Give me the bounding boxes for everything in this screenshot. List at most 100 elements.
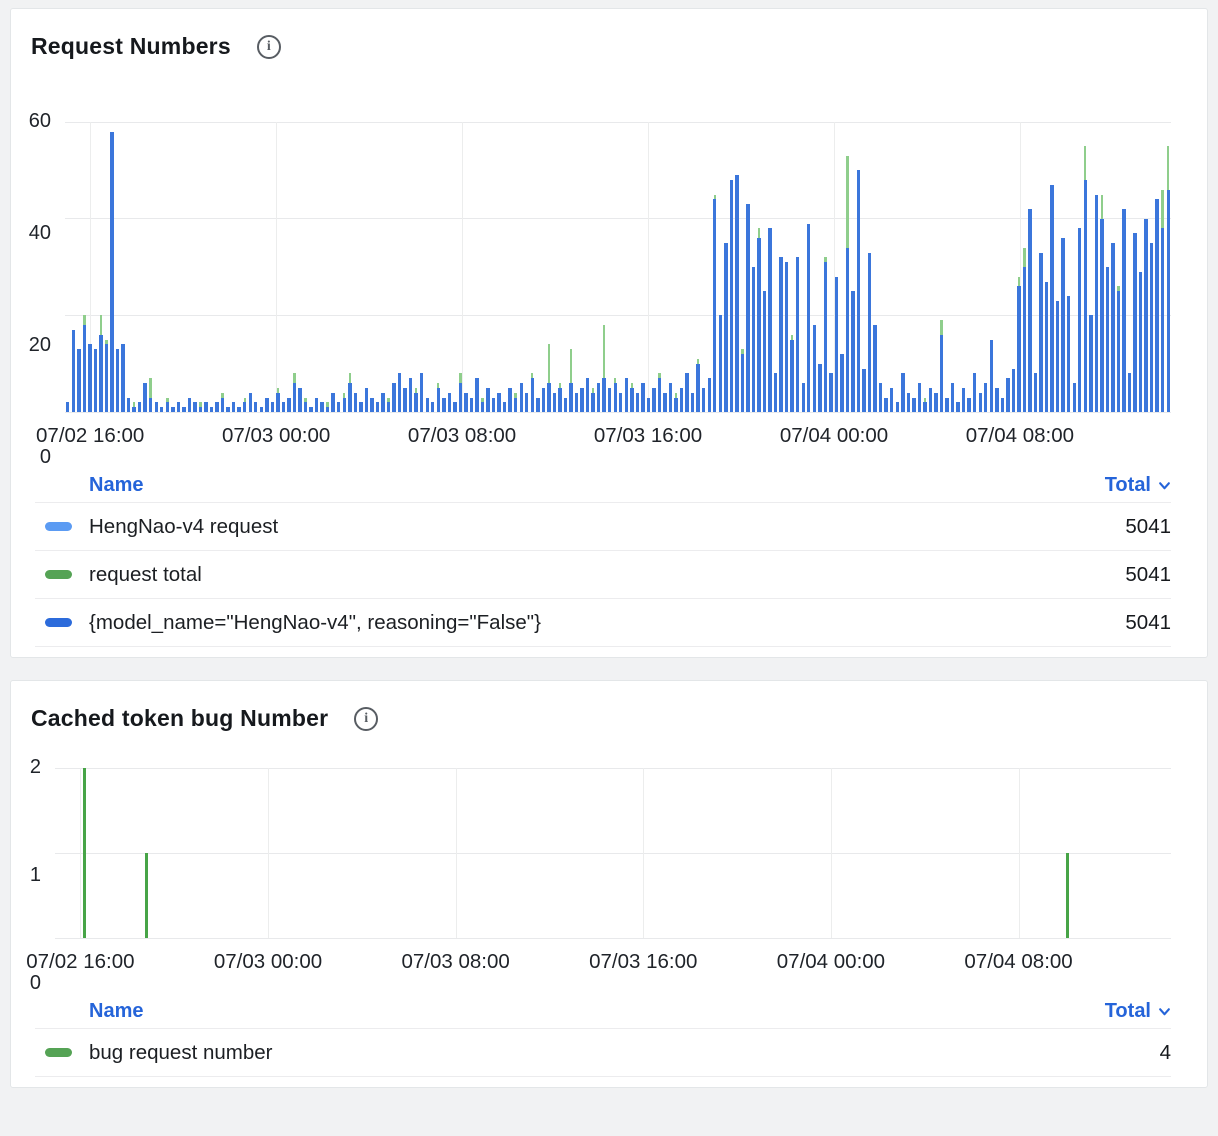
bar	[614, 383, 617, 412]
bar	[116, 349, 119, 412]
series-name[interactable]: {model_name="HengNao-v4", reasoning="Fal…	[89, 611, 1125, 635]
bar	[796, 257, 799, 412]
y-axis: 0204060	[11, 122, 65, 458]
bar	[708, 378, 711, 412]
legend-row[interactable]: request total5041	[35, 550, 1171, 598]
bar	[1061, 238, 1064, 412]
bar	[558, 388, 561, 412]
bar	[785, 262, 788, 412]
legend-sort-total[interactable]: Total	[1105, 1000, 1171, 1023]
bar	[459, 383, 462, 412]
bar	[719, 315, 722, 412]
bar	[857, 170, 860, 412]
plot-area[interactable]	[55, 768, 1171, 938]
chevron-down-icon	[1158, 479, 1171, 492]
panel-header: Request Numbers i	[11, 27, 1207, 60]
bar	[542, 388, 545, 412]
bar	[387, 402, 390, 412]
bar	[829, 373, 832, 412]
legend-sort-total[interactable]: Total	[1105, 474, 1171, 497]
bar	[1017, 286, 1020, 412]
bar	[956, 402, 959, 412]
bar	[1039, 253, 1042, 413]
gridline	[55, 768, 1171, 769]
bar	[1100, 219, 1103, 412]
bar	[1161, 228, 1164, 412]
bar	[1084, 180, 1087, 412]
bar	[752, 267, 755, 412]
bar	[912, 398, 915, 413]
bar	[221, 398, 224, 413]
legend-rows: bug request number4	[35, 1028, 1171, 1077]
bar	[83, 325, 86, 412]
bar	[1006, 378, 1009, 412]
series-color-pill[interactable]	[35, 522, 89, 531]
gridline	[65, 315, 1171, 316]
bar	[138, 402, 141, 412]
plot-area[interactable]	[65, 122, 1171, 412]
bar	[72, 330, 75, 412]
bar	[979, 393, 982, 412]
bar	[591, 393, 594, 412]
bar	[486, 388, 489, 412]
bar	[204, 402, 207, 412]
legend-row[interactable]: bug request number4	[35, 1028, 1171, 1076]
legend-row[interactable]: {model_name="HengNao-v4", reasoning="Fal…	[35, 598, 1171, 646]
legend-table: Name Total bug request number4	[35, 994, 1171, 1077]
bar	[287, 398, 290, 413]
bar	[636, 393, 639, 412]
bar	[868, 253, 871, 413]
bar	[768, 228, 771, 412]
bar	[995, 388, 998, 412]
bar	[94, 349, 97, 412]
bar	[531, 378, 534, 412]
bar	[918, 383, 921, 412]
bar	[1111, 243, 1114, 412]
info-icon[interactable]: i	[257, 35, 281, 59]
bar	[735, 175, 738, 412]
x-tick-label: 07/03 00:00	[214, 950, 322, 974]
bar	[663, 393, 666, 412]
bar	[851, 291, 854, 412]
series-color-pill[interactable]	[35, 570, 89, 579]
bar	[1095, 195, 1098, 413]
bar	[951, 383, 954, 412]
bar	[962, 388, 965, 412]
bar	[121, 344, 124, 412]
bar	[304, 402, 307, 412]
legend-sort-name[interactable]: Name	[89, 474, 143, 497]
bar	[105, 344, 108, 412]
bar	[508, 388, 511, 412]
bar	[475, 378, 478, 412]
bar	[437, 388, 440, 412]
legend-header: Name Total	[35, 994, 1171, 1028]
bar	[564, 398, 567, 413]
legend-sort-name[interactable]: Name	[89, 1000, 143, 1023]
legend-row[interactable]: HengNao-v4 request5041	[35, 502, 1171, 550]
bar	[1139, 272, 1142, 412]
cached-token-bug-chart[interactable]: 012 07/02 16:0007/03 00:0007/03 08:0007/…	[11, 768, 1171, 984]
series-color-pill[interactable]	[35, 1048, 89, 1057]
request-numbers-chart[interactable]: 0204060 07/02 16:0007/03 00:0007/03 08:0…	[11, 122, 1171, 458]
bar	[647, 398, 650, 413]
series-total: 5041	[1125, 563, 1171, 587]
y-tick-label: 40	[29, 222, 51, 245]
panel-title: Request Numbers	[31, 33, 231, 60]
bar	[392, 383, 395, 412]
bar	[492, 398, 495, 413]
series-name[interactable]: bug request number	[89, 1041, 1160, 1065]
series-name[interactable]: HengNao-v4 request	[89, 515, 1125, 539]
bar	[940, 335, 943, 412]
bar	[724, 243, 727, 412]
chevron-down-icon	[1158, 1005, 1171, 1018]
bar	[503, 402, 506, 412]
bar	[1050, 185, 1053, 412]
bar	[879, 383, 882, 412]
bar	[1122, 209, 1125, 412]
series-color-pill[interactable]	[35, 618, 89, 627]
bar	[414, 393, 417, 412]
bar	[243, 402, 246, 412]
series-name[interactable]: request total	[89, 563, 1125, 587]
bar	[990, 340, 993, 413]
info-icon[interactable]: i	[354, 707, 378, 731]
